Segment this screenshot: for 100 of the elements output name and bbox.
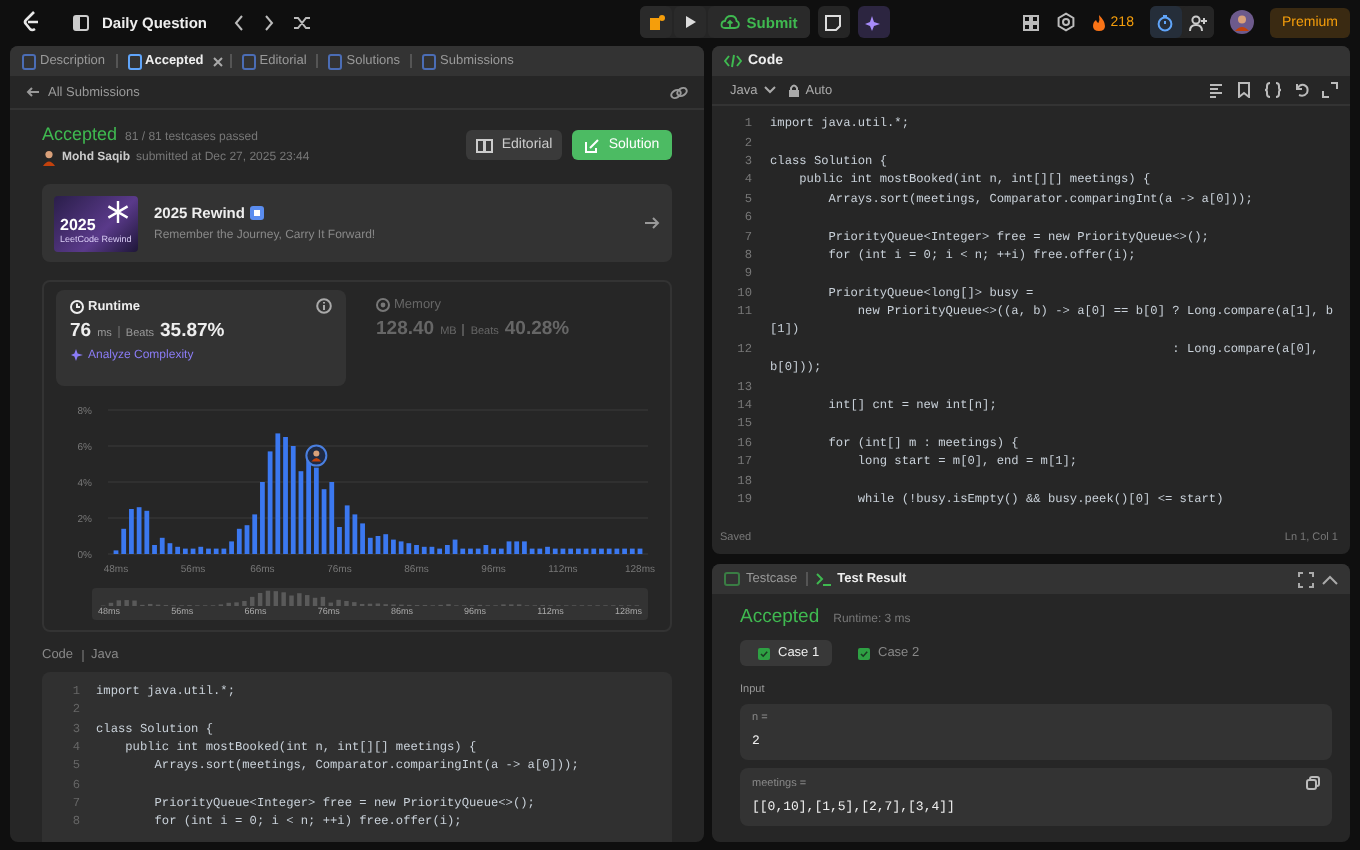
runtime-bar[interactable] <box>144 510 150 554</box>
runtime-bar[interactable] <box>498 548 504 554</box>
stat-value: 76 <box>70 320 92 342</box>
code-icon <box>724 54 742 68</box>
runtime-bar[interactable] <box>298 471 304 554</box>
note-icon <box>824 13 843 31</box>
runtime-bar[interactable] <box>637 548 643 554</box>
runtime-bar[interactable] <box>429 546 435 554</box>
link-icon[interactable] <box>670 85 688 99</box>
runtime-bar[interactable] <box>206 548 211 554</box>
user-avatar-icon <box>42 150 56 166</box>
runtime-bar[interactable] <box>483 545 489 554</box>
runtime-bar[interactable] <box>167 543 173 554</box>
runtime-bar[interactable] <box>313 467 319 554</box>
fullscreen-icon[interactable] <box>1298 571 1314 587</box>
format-icon[interactable] <box>1208 82 1224 98</box>
tab-icon <box>422 53 437 69</box>
runtime-bar[interactable] <box>229 541 234 554</box>
runtime-bar[interactable] <box>244 525 250 554</box>
runtime-bar[interactable] <box>344 505 350 554</box>
timer-icon <box>1156 13 1175 31</box>
runtime-bar[interactable] <box>421 546 427 554</box>
runtime-bar[interactable] <box>599 548 604 554</box>
runtime-bar[interactable] <box>491 548 496 554</box>
runtime-bar[interactable] <box>468 548 473 554</box>
chevron-right-icon[interactable] <box>261 13 276 31</box>
runtime-bar[interactable] <box>514 541 520 554</box>
runtime-bar[interactable] <box>360 523 365 554</box>
runtime-bar[interactable] <box>506 541 512 554</box>
runtime-bar[interactable] <box>398 541 404 554</box>
runtime-bar[interactable] <box>159 537 165 554</box>
settings-icon[interactable] <box>1056 12 1077 32</box>
runtime-bar[interactable] <box>252 514 258 554</box>
result-status: Accepted <box>740 606 820 628</box>
runtime-bar[interactable] <box>452 539 458 554</box>
runtime-bar[interactable] <box>290 446 296 554</box>
timer-button[interactable] <box>1149 6 1182 38</box>
braces-icon[interactable] <box>1264 82 1282 98</box>
info-icon[interactable] <box>316 298 332 314</box>
snowflake-icon <box>106 199 130 223</box>
runtime-bar[interactable] <box>375 536 381 554</box>
runtime-bar[interactable] <box>591 548 597 554</box>
runtime-bar[interactable] <box>522 541 527 554</box>
runtime-bar[interactable] <box>236 528 242 554</box>
runtime-bar[interactable] <box>537 548 543 554</box>
runtime-bar[interactable] <box>545 546 550 554</box>
undo-icon[interactable] <box>1294 82 1310 98</box>
layout-icon[interactable] <box>1022 13 1041 31</box>
bookmark-icon[interactable] <box>1236 82 1252 98</box>
runtime-bar[interactable] <box>406 543 412 554</box>
runtime-bar[interactable] <box>275 433 281 554</box>
runtime-bar[interactable] <box>175 546 181 554</box>
close-icon[interactable] <box>211 55 224 67</box>
runtime-bar[interactable] <box>190 548 196 554</box>
runtime-bar[interactable] <box>213 548 219 554</box>
runtime-bar[interactable] <box>529 548 535 554</box>
arrow-left-icon <box>26 86 40 98</box>
runtime-bar[interactable] <box>182 548 188 554</box>
expand-icon[interactable] <box>1322 82 1338 98</box>
debug-button[interactable] <box>640 6 673 38</box>
runtime-bar[interactable] <box>352 514 358 554</box>
note-button[interactable] <box>817 6 850 38</box>
runtime-bar[interactable] <box>221 548 227 554</box>
runtime-bar[interactable] <box>583 548 589 554</box>
runtime-bar[interactable] <box>391 539 396 554</box>
copy-icon[interactable] <box>1306 776 1320 790</box>
add-user-icon <box>1187 13 1208 31</box>
collapse-icon[interactable] <box>1322 573 1338 585</box>
runtime-bar[interactable] <box>606 548 612 554</box>
runtime-bar[interactable] <box>329 482 335 554</box>
logo-icon[interactable] <box>20 10 44 34</box>
runtime-bar[interactable] <box>575 548 581 554</box>
shuffle-icon[interactable] <box>291 13 312 31</box>
runtime-bar[interactable] <box>198 546 204 554</box>
runtime-bar[interactable] <box>321 489 327 554</box>
runtime-bar[interactable] <box>267 451 273 554</box>
avatar-icon[interactable] <box>1229 10 1254 34</box>
runtime-bar[interactable] <box>437 548 443 554</box>
runtime-bar[interactable] <box>367 537 373 554</box>
runtime-bar[interactable] <box>460 548 466 554</box>
runtime-bar[interactable] <box>568 548 574 554</box>
runtime-bar[interactable] <box>560 548 566 554</box>
edit-icon <box>584 137 601 153</box>
fire-icon[interactable] <box>1092 13 1107 31</box>
runtime-bar[interactable] <box>622 548 627 554</box>
runtime-bar[interactable] <box>552 548 558 554</box>
runtime-bar[interactable] <box>475 548 481 554</box>
panel-icon[interactable] <box>72 13 90 31</box>
runtime-bar[interactable] <box>614 548 620 554</box>
chevron-left-icon[interactable] <box>231 13 246 31</box>
ai-button[interactable] <box>857 6 890 38</box>
runtime-bar[interactable] <box>383 534 389 554</box>
sparkle-icon <box>864 13 883 31</box>
runtime-bar[interactable] <box>444 545 450 554</box>
run-button[interactable] <box>674 6 707 38</box>
runtime-bar[interactable] <box>121 528 127 554</box>
runtime-bar[interactable] <box>136 507 142 554</box>
runtime-bar[interactable] <box>629 548 635 554</box>
image-year: 2025 <box>60 218 98 235</box>
tab-icon <box>241 53 256 69</box>
